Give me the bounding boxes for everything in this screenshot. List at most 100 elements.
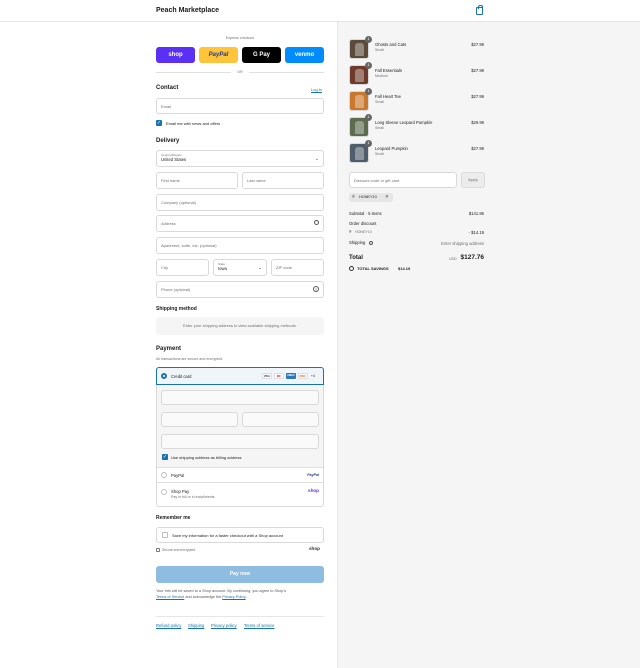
product-variant: Small [375,126,384,130]
phone-placeholder: Phone (optional) [161,287,191,292]
shop-logo: shop [309,546,320,551]
shopping-bag-icon[interactable] [476,5,483,15]
paypal-logo: PayPal [307,473,319,477]
order-summary-panel [337,22,640,668]
savings-value: $14.19 [398,266,411,271]
expiration-field[interactable] [161,412,238,427]
address-field[interactable]: Address [156,215,324,232]
news-label: Email me with news and offers [166,121,221,126]
mastercard-icon: MC [273,373,284,379]
search-icon [314,220,319,225]
city-field[interactable]: City [156,259,209,276]
state-value: Iowa [218,266,227,271]
product-name: Long Sleeve Leopard Pumpkin [375,120,433,125]
footer-link[interactable]: Privacy policy [211,623,237,628]
shipping-method-title: Shipping method [156,306,197,312]
footer-link[interactable]: Terms of service [244,623,274,628]
card-form: ✓ Use shipping address as billing addres… [157,385,323,467]
product-image [355,95,364,108]
footer-link[interactable]: Shipping [188,623,204,628]
product-price: $27.99 [471,42,484,47]
product-name: Fall Heart Tee [375,94,401,99]
express-button-2[interactable]: G Pay [242,47,281,63]
express-button-0[interactable]: shop [156,47,195,63]
subtotal-label: Subtotal · 5 items [349,211,382,216]
apply-button[interactable]: Apply [461,172,485,188]
store-name[interactable]: Peach Marketplace [156,7,219,14]
billing-same-label: Use shipping address as billing address [171,455,242,460]
product-price: $27.99 [471,68,484,73]
discount-field[interactable]: Discount code or gift card [349,172,457,188]
credit-card-radio[interactable] [161,373,167,379]
paypal-option[interactable]: PayPal PayPal [157,467,323,482]
shop-logo: shop [308,488,319,493]
address-placeholder: Address [161,221,176,226]
product-image [355,121,364,134]
applied-code-chip: ⌾ HONEY10 ✕ [349,193,393,202]
billing-same-checkbox[interactable]: ✓ [162,454,168,460]
visa-icon: VISA [261,373,272,379]
secure-label: Secure and encrypted [162,548,196,552]
product-variant: Small [375,48,384,52]
lock-icon [156,548,160,552]
card-number-field[interactable] [161,390,319,405]
product-price: $27.99 [471,94,484,99]
footer-link[interactable]: Refund policy [156,623,181,628]
privacy-link[interactable]: Privacy Policy [222,595,245,599]
more-cards: +4 [310,374,315,378]
city-placeholder: City [161,265,168,270]
news-checkbox[interactable]: ✓ [156,120,162,126]
terms-link[interactable]: Terms of Service [156,595,184,599]
shop-pay-option[interactable]: Shop Pay Pay in full or in installments … [157,482,323,506]
phone-field[interactable]: Phone (optional) ? [156,281,324,298]
order-discount-label: Order discount [349,221,377,226]
quantity-badge: 1 [365,140,372,147]
save-info-checkbox[interactable] [162,532,168,538]
shop-pay-radio[interactable] [161,489,167,495]
help-icon[interactable]: ? [313,286,319,292]
express-button-3[interactable]: venmo [285,47,324,63]
shipping-method-message: Enter your shipping address to view avai… [156,317,324,335]
legal-mid: and acknowledge the [184,595,223,599]
company-placeholder: Company (optional) [161,200,196,205]
credit-card-option[interactable]: Credit card VISA MC AMEX DISC +4 [156,367,324,385]
payment-subtitle: All transactions are secure and encrypte… [156,357,224,361]
divider [156,72,231,73]
discount-placeholder: Discount code or gift card [354,177,400,183]
country-select[interactable]: Country/Region United States ⌄ [156,150,324,167]
login-link[interactable]: Log in [311,87,322,92]
quantity-badge: 1 [365,114,372,121]
company-field[interactable]: Company (optional) [156,194,324,211]
first-name-field[interactable]: First name [156,172,238,189]
legal-line: Your info will be saved to a Shop accoun… [156,589,286,593]
applied-code: HONEY10 [359,195,377,199]
product-price: $29.99 [471,120,484,125]
state-select[interactable]: State Iowa ⌄ [213,259,267,276]
save-info-label: Save my information for a faster checkou… [172,533,283,538]
legal-text: Your info will be saved to a Shop accoun… [156,588,324,600]
security-code-field[interactable] [242,412,319,427]
quantity-badge: 1 [365,62,372,69]
discount-code: HONEY10 [355,230,372,234]
name-on-card-field[interactable] [161,434,319,449]
card-brands: VISA MC AMEX DISC +4 [260,373,315,379]
last-name-field[interactable]: Last name [242,172,324,189]
info-icon[interactable] [369,241,373,245]
pay-now-button[interactable]: Pay now [156,566,324,583]
header: Peach Marketplace [0,0,640,22]
savings-label: TOTAL SAVINGS [357,266,389,271]
legal-end: . [245,595,247,599]
product-name: Leopard Pumpkin [375,146,408,151]
tag-icon: ⌾ [352,194,355,199]
total-value: $127.76 [460,254,485,261]
zip-placeholder: ZIP code [276,265,292,270]
express-button-1[interactable]: PayPal [199,47,238,63]
product-name: Fall Essentials [375,68,402,73]
email-field[interactable]: Email [156,98,324,114]
close-icon[interactable]: ✕ [385,194,389,200]
paypal-radio[interactable] [161,472,167,478]
zip-field[interactable]: ZIP code [271,259,324,276]
divider [156,616,324,617]
amex-icon: AMEX [285,373,296,379]
apartment-field[interactable]: Apartment, suite, etc. (optional) [156,237,324,254]
